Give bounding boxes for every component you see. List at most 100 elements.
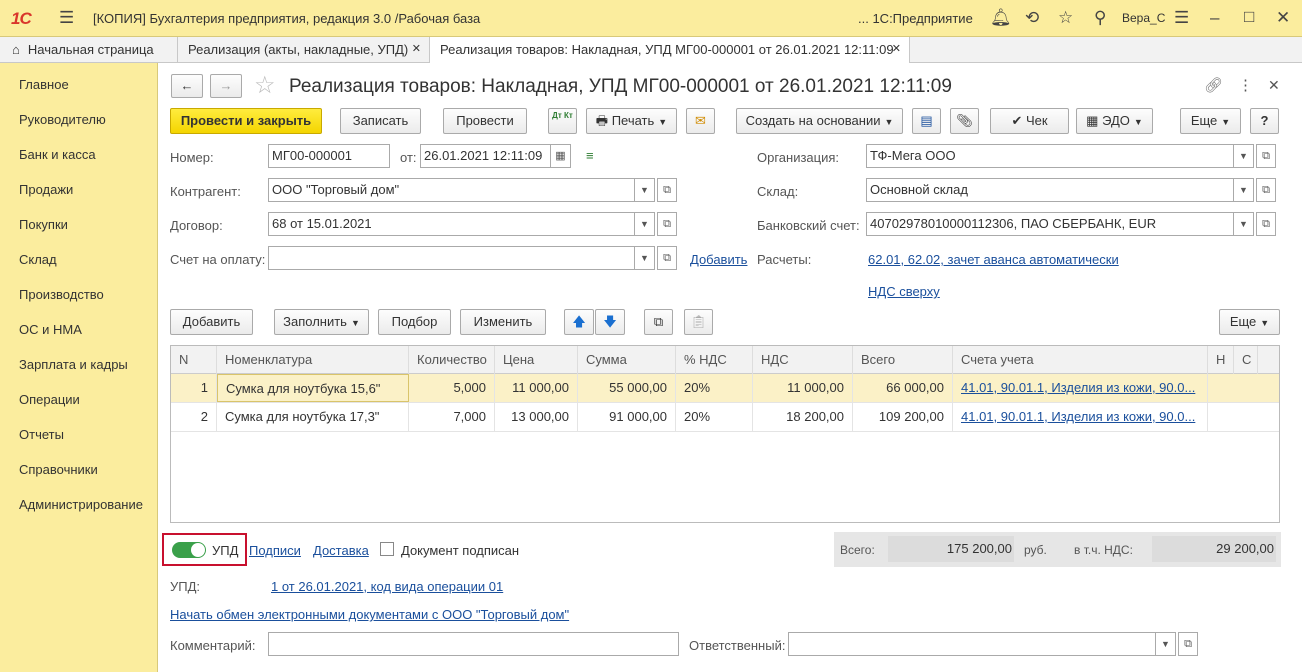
upd-link[interactable]: 1 от 26.01.2021, код вида операции 01 [271, 579, 503, 594]
save-button[interactable]: Записать [340, 108, 421, 134]
receipt-button[interactable]: ✔ Чек [990, 108, 1069, 134]
paste-button[interactable]: 📋︎ [684, 309, 713, 335]
warehouse-field[interactable]: Основной склад [866, 178, 1234, 202]
back-button[interactable]: ← [171, 74, 203, 98]
invoice-open-icon[interactable]: ⧉ [657, 246, 677, 270]
counterparty-open-icon[interactable]: ⧉ [657, 178, 677, 202]
comment-field[interactable] [268, 632, 679, 656]
sidebar-item-operations[interactable]: Операции [19, 392, 80, 407]
sidebar-item-manager[interactable]: Руководителю [19, 112, 106, 127]
counterparty-dropdown-icon[interactable]: ▼ [635, 178, 655, 202]
move-up-button[interactable]: 🡅 [564, 309, 594, 335]
contract-open-icon[interactable]: ⧉ [657, 212, 677, 236]
start-edo-link[interactable]: Начать обмен электронными документами с … [170, 607, 569, 622]
sidebar-item-production[interactable]: Производство [19, 287, 104, 302]
organization-field[interactable]: ТФ-Мега ООО [866, 144, 1234, 168]
number-field[interactable]: МГ00-000001 [268, 144, 390, 168]
doc-status-icon[interactable]: ≡ [586, 148, 594, 163]
column-header[interactable]: Счета учета [953, 346, 1208, 374]
date-field[interactable]: 26.01.2021 12:11:09 [420, 144, 551, 168]
cell-price[interactable]: 11 000,00 [495, 374, 578, 402]
responsible-dropdown-icon[interactable]: ▼ [1156, 632, 1176, 656]
maximize-icon[interactable]: □ [1244, 7, 1254, 27]
cell-sum[interactable]: 91 000,00 [578, 403, 676, 431]
cell-total[interactable]: 109 200,00 [853, 403, 953, 431]
responsible-field[interactable] [788, 632, 1156, 656]
change-button[interactable]: Изменить [460, 309, 546, 335]
sidebar-item-sales[interactable]: Продажи [19, 182, 73, 197]
tab-home[interactable]: ⌂ Начальная страница [0, 37, 178, 63]
bank-account-open-icon[interactable]: ⧉ [1256, 212, 1276, 236]
selection-button[interactable]: Подбор [378, 309, 451, 335]
cell-sum[interactable]: 55 000,00 [578, 374, 676, 402]
column-header[interactable]: Н [1208, 346, 1234, 374]
close-tab-icon[interactable]: ✕ [412, 37, 421, 62]
delivery-link[interactable]: Доставка [313, 543, 369, 558]
history-icon[interactable]: ⟲ [1025, 8, 1039, 28]
invoice-field[interactable] [268, 246, 635, 270]
edo-button[interactable]: ▦ ЭДО ▼ [1076, 108, 1153, 134]
table-more-button[interactable]: Еще ▼ [1219, 309, 1280, 335]
column-header[interactable]: Сумма [578, 346, 676, 374]
print-button[interactable]: 🖶 Печать ▼ [586, 108, 677, 134]
sidebar-item-main[interactable]: Главное [19, 77, 69, 92]
bell-icon[interactable]: 🔔︎ [990, 8, 1012, 28]
cell-quantity[interactable]: 7,000 [409, 403, 495, 431]
sidebar-item-references[interactable]: Справочники [19, 462, 98, 477]
sidebar-item-payroll[interactable]: Зарплата и кадры [19, 357, 128, 372]
invoice-dropdown-icon[interactable]: ▼ [635, 246, 655, 270]
forward-button[interactable]: → [210, 74, 242, 98]
attachments-button[interactable]: 📎︎ [950, 108, 979, 134]
cell-price[interactable]: 13 000,00 [495, 403, 578, 431]
settlements-link[interactable]: 62.01, 62.02, зачет аванса автоматически [868, 252, 1119, 267]
post-button[interactable]: Провести [443, 108, 527, 134]
column-header[interactable]: Количество [409, 346, 495, 374]
table-row[interactable]: 2 Сумка для ноутбука 17,3" 7,000 13 000,… [171, 403, 1279, 432]
move-down-button[interactable]: 🡇 [595, 309, 625, 335]
bank-account-field[interactable]: 40702978010000112306, ПАО СБЕРБАНК, EUR [866, 212, 1234, 236]
cell-quantity[interactable]: 5,000 [409, 374, 495, 402]
star-icon[interactable]: ☆ [1058, 8, 1073, 28]
add-invoice-link[interactable]: Добавить [690, 252, 747, 267]
column-header[interactable]: Всего [853, 346, 953, 374]
column-header[interactable]: Цена [495, 346, 578, 374]
add-row-button[interactable]: Добавить [170, 309, 253, 335]
more-button[interactable]: Еще ▼ [1180, 108, 1241, 134]
cell-vat-rate[interactable]: 20% [676, 374, 753, 402]
structure-button[interactable]: ▤ [912, 108, 941, 134]
organization-open-icon[interactable]: ⧉ [1256, 144, 1276, 168]
contract-field[interactable]: 68 от 15.01.2021 [268, 212, 635, 236]
copy-button[interactable]: ⧉ [644, 309, 673, 335]
search-icon[interactable]: ⚲ [1094, 8, 1106, 28]
upd-toggle[interactable] [172, 542, 206, 558]
vat-on-top-link[interactable]: НДС сверху [868, 284, 940, 299]
tab-sales-list[interactable]: Реализация (акты, накладные, УПД) ✕ [178, 37, 430, 63]
create-based-on-button[interactable]: Создать на основании ▼ [736, 108, 903, 134]
post-and-close-button[interactable]: Провести и закрыть [170, 108, 322, 134]
sidebar-item-purchases[interactable]: Покупки [19, 217, 68, 232]
user-name[interactable]: Вера_С [1122, 11, 1165, 25]
close-tab-icon[interactable]: ✕ [892, 37, 901, 62]
minimize-icon[interactable]: – [1210, 8, 1219, 28]
cell-accounts[interactable]: 41.01, 90.01.1, Изделия из кожи, 90.0... [953, 374, 1208, 402]
signatures-link[interactable]: Подписи [249, 543, 301, 558]
document-signed-checkbox[interactable] [380, 542, 394, 556]
dt-kt-button[interactable]: Дт Кт [548, 108, 577, 134]
warehouse-open-icon[interactable]: ⧉ [1256, 178, 1276, 202]
table-row[interactable]: 1 Сумка для ноутбука 15,6" 5,000 11 000,… [171, 374, 1279, 403]
responsible-open-icon[interactable]: ⧉ [1178, 632, 1198, 656]
sidebar-item-fixed-assets[interactable]: ОС и НМА [19, 322, 82, 337]
bank-account-dropdown-icon[interactable]: ▼ [1234, 212, 1254, 236]
fill-button[interactable]: Заполнить ▼ [274, 309, 369, 335]
calendar-icon[interactable]: ▦ [551, 144, 571, 168]
close-window-icon[interactable]: ✕ [1276, 8, 1290, 28]
column-header[interactable]: N [171, 346, 217, 374]
column-header[interactable]: Номенклатура [217, 346, 409, 374]
column-header[interactable]: % НДС [676, 346, 753, 374]
close-form-icon[interactable]: ✕ [1268, 77, 1280, 94]
cell-vat-rate[interactable]: 20% [676, 403, 753, 431]
cell-total[interactable]: 66 000,00 [853, 374, 953, 402]
counterparty-field[interactable]: ООО "Торговый дом" [268, 178, 635, 202]
cell-accounts[interactable]: 41.01, 90.01.1, Изделия из кожи, 90.0... [953, 403, 1208, 431]
link-icon[interactable]: 🔗︎ [1204, 76, 1223, 94]
